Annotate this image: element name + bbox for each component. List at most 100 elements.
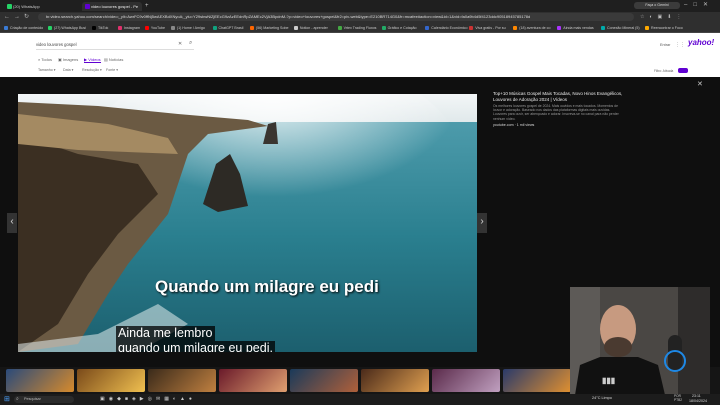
search-input[interactable] xyxy=(36,40,194,50)
thumbnail[interactable] xyxy=(6,369,74,392)
thumbnail[interactable] xyxy=(219,369,287,392)
bookmark-item[interactable]: Conexão Mineral (5) xyxy=(601,25,640,31)
prev-button[interactable]: ‹ xyxy=(7,213,17,233)
extension-icons[interactable]: ☆◐▣⬇⋮ xyxy=(640,14,686,20)
bookmark-label: ChatGPT Brasil xyxy=(218,26,244,30)
bookmark-item[interactable]: Gráfico e Cotação xyxy=(381,25,417,31)
clear-icon[interactable]: ✕ xyxy=(178,41,182,47)
taskbar: ⊞ Pesquisar ⌕ ▣◉◆■◈▶◎✉▦◐▲● 24°C Limpo PO… xyxy=(0,394,720,405)
bookmark-label: (56) Marketing Sobe xyxy=(255,26,289,30)
bookmark-icon xyxy=(469,26,474,31)
bookmark-icon xyxy=(118,26,122,31)
caption-large: Quando um milagre eu pedi xyxy=(155,277,379,296)
bookmark-label: Vrtex Trading Fluxos xyxy=(343,26,377,30)
tab-noticias[interactable]: ▤ Notícias xyxy=(104,57,123,62)
tab-label: Notícias xyxy=(108,57,124,62)
filter-date[interactable]: Data ▾ xyxy=(63,68,73,72)
clock-time[interactable]: 23:11 xyxy=(692,394,701,398)
video-title[interactable]: Top+10 Músicas Gospel Mais Tocadas, Novo… xyxy=(493,91,623,102)
bookmark-item[interactable]: Notion - aprender xyxy=(293,25,328,31)
bookmark-item[interactable]: (27) WhatsApp Busi xyxy=(48,25,86,31)
taskbar-app-icons[interactable]: ▣◉◆■◈▶◎✉▦◐▲● xyxy=(100,396,196,402)
video-description: Os melhores louvores gospel de 2024. Mai… xyxy=(493,104,619,121)
bookmark-item[interactable]: ChatGPT Brasil xyxy=(212,25,244,31)
bookmark-label: Calendário Econômico xyxy=(431,26,468,30)
bookmark-icon xyxy=(425,26,430,31)
tab-imagens[interactable]: ▣ Imagens xyxy=(58,57,78,62)
taskbar-search[interactable]: Pesquisar xyxy=(14,396,74,403)
bookmark-item[interactable]: Vrtex Trading Fluxos xyxy=(337,25,377,31)
bookmark-label: (1) Home / Amigo xyxy=(176,26,205,30)
webcam-video: ▮▮▮ xyxy=(570,287,710,395)
bookmark-icon xyxy=(381,26,386,31)
tab-videos[interactable]: ▶ Vídeos xyxy=(84,57,101,63)
tab-label: (20) WhatsApp xyxy=(13,4,40,9)
safe-search-toggle[interactable] xyxy=(678,68,688,73)
bookmark-icon xyxy=(557,26,562,31)
search-icon[interactable]: ⌕ xyxy=(189,40,192,47)
bookmark-icon xyxy=(601,26,605,31)
video-source[interactable]: youtube.com xyxy=(493,123,514,127)
yahoo-logo[interactable]: yahoo! xyxy=(688,38,714,47)
bookmark-item[interactable]: Ainda mais vendas xyxy=(557,25,594,31)
bookmark-label: Ainda mais vendas xyxy=(563,26,594,30)
bookmark-item[interactable]: (56) Marketing Sobe xyxy=(249,25,289,31)
bookmark-item[interactable]: YouTube xyxy=(144,25,166,31)
tab-yahoo-video[interactable]: video louvores gospel - Pe xyxy=(82,2,142,11)
bookmark-icon xyxy=(48,26,52,31)
bookmark-label: Criação de conteúdo xyxy=(10,26,44,30)
back-icon[interactable]: ← xyxy=(4,14,10,21)
filter-source[interactable]: Fonte ▾ xyxy=(106,68,118,72)
bookmark-label: (18) aventura de co xyxy=(519,26,551,30)
webcam-overlay: ▮▮▮ xyxy=(570,287,710,395)
window-controls[interactable]: –□✕ xyxy=(684,1,714,8)
thumbnail[interactable] xyxy=(503,369,571,392)
search-header: ✕ ⌕ ⌕ Todos ▣ Imagens ▶ Vídeos ▤ Notícia… xyxy=(0,33,720,77)
filter-size[interactable]: Tamanho ▾ xyxy=(38,68,56,72)
tab-label: Imagens xyxy=(62,57,79,62)
thumbnail[interactable] xyxy=(77,369,145,392)
gemini-button[interactable]: Faça o Gemini xyxy=(634,2,680,9)
whatsapp-icon xyxy=(7,4,12,9)
bookmark-label: Notion - aprender xyxy=(299,26,328,30)
bookmark-item[interactable]: Calendário Econômico xyxy=(425,25,467,31)
thumbnail[interactable] xyxy=(432,369,500,392)
caption-line-2: quando um milagre eu pedi. xyxy=(116,341,275,352)
bookmark-icon xyxy=(144,26,149,31)
language-indicator[interactable]: POR PTB2 xyxy=(674,394,688,402)
clock-date[interactable]: 18/04/2024 xyxy=(689,399,707,403)
url-field[interactable]: br.video.search.yahoo.com/search/video;_… xyxy=(38,13,634,21)
new-tab-button[interactable]: + xyxy=(144,2,152,11)
thumbnail[interactable] xyxy=(361,369,429,392)
reload-icon[interactable]: ↻ xyxy=(24,14,29,21)
menu-icon[interactable]: ⋮⋮ xyxy=(675,42,685,48)
bookmark-item[interactable]: TikTok xyxy=(92,25,108,31)
bookmark-label: (27) WhatsApp Busi xyxy=(54,26,86,30)
bookmark-label: YouTube xyxy=(150,26,166,30)
safe-search-label[interactable]: Filtro: Ativada xyxy=(654,69,673,73)
browser-tab-bar: (20) WhatsApp video louvores gospel - Pe… xyxy=(0,0,720,12)
windows-start-icon[interactable]: ⊞ xyxy=(4,395,10,403)
bookmark-item[interactable]: Instagram xyxy=(118,25,140,31)
bookmark-item[interactable]: Reencontrar o Foco xyxy=(645,25,683,31)
thumbnail[interactable] xyxy=(148,369,216,392)
caption-line-1: Ainda me lembro xyxy=(116,326,215,341)
bookmark-item[interactable]: (18) aventura de co xyxy=(513,25,550,31)
bookmark-icon xyxy=(4,26,8,31)
thumbnail[interactable] xyxy=(290,369,358,392)
weather-widget[interactable]: 24°C Limpo xyxy=(592,396,612,400)
tab-todos[interactable]: ⌕ Todos xyxy=(38,57,52,62)
filter-resolution[interactable]: Resolução ▾ xyxy=(82,68,102,72)
next-button[interactable]: › xyxy=(477,213,487,233)
bookmark-item[interactable]: (1) Home / Amigo xyxy=(170,25,205,31)
bookmark-item[interactable]: Viva gratis - Por su xyxy=(469,25,506,31)
forward-icon[interactable]: → xyxy=(14,14,20,21)
video-source-row: youtube.com · 1 mil views xyxy=(493,122,535,127)
bookmark-icon xyxy=(212,26,217,31)
video-info-panel: Top+10 Músicas Gospel Mais Tocadas, Novo… xyxy=(493,91,623,151)
video-views: 1 mil views xyxy=(516,122,535,127)
sign-in-link[interactable]: Entrar xyxy=(660,43,670,47)
close-icon[interactable]: ✕ xyxy=(697,80,703,88)
video-player[interactable]: Quando um milagre eu pedi Ainda me lembr… xyxy=(18,94,477,352)
bookmark-item[interactable]: Criação de conteúdo xyxy=(4,25,43,31)
